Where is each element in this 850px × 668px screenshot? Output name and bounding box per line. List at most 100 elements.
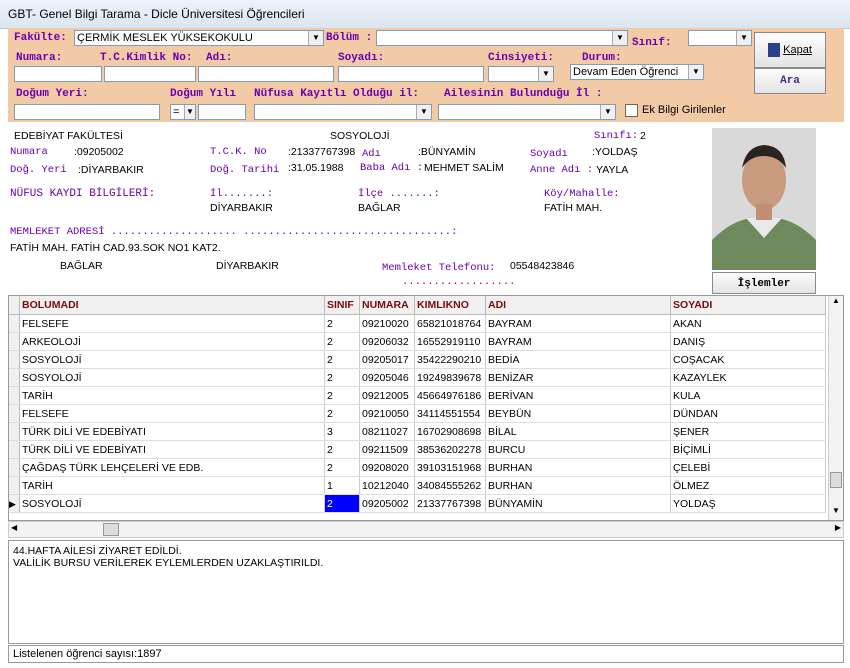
- cell-soyadi[interactable]: ŞENER: [670, 422, 826, 441]
- cell-soyadi[interactable]: COŞACAK: [670, 350, 826, 369]
- cinsiyet-select[interactable]: ▼: [488, 66, 554, 82]
- cell-bolumadi[interactable]: ARKEOLOJİ: [19, 332, 325, 351]
- scroll-down-icon[interactable]: ▼: [829, 506, 843, 520]
- cell-numara[interactable]: 09210050: [359, 404, 415, 423]
- cell-bolumadi[interactable]: TÜRK DİLİ VE EDEBİYATI: [19, 440, 325, 459]
- cell-adi[interactable]: BAYRAM: [485, 314, 671, 333]
- cell-adi[interactable]: BURHAN: [485, 476, 671, 495]
- cell-adi[interactable]: BURCU: [485, 440, 671, 459]
- cell-kimlikno[interactable]: 21337767398: [414, 494, 486, 513]
- cell-adi[interactable]: BERİVAN: [485, 386, 671, 405]
- soyadi-input[interactable]: [338, 66, 484, 82]
- cell-numara[interactable]: 09205017: [359, 350, 415, 369]
- cell-bolumadi[interactable]: FELSEFE: [19, 314, 325, 333]
- vertical-scroll-thumb[interactable]: [830, 472, 842, 488]
- col-header-soyadi[interactable]: SOYADI: [670, 296, 826, 315]
- dogum-yeri-input[interactable]: [14, 104, 160, 120]
- aile-il-select[interactable]: ▼: [438, 104, 616, 120]
- cell-numara[interactable]: 09205002: [359, 494, 415, 513]
- fakulte-select[interactable]: ÇERMİK MESLEK YÜKSEKOKULU ▼: [74, 30, 324, 46]
- ara-button[interactable]: Ara: [754, 68, 826, 94]
- cell-soyadi[interactable]: DANIŞ: [670, 332, 826, 351]
- cell-kimlikno[interactable]: 45664976186: [414, 386, 486, 405]
- numara-input[interactable]: [14, 66, 102, 82]
- cell-sinif[interactable]: 2: [324, 404, 360, 423]
- cell-numara[interactable]: 09205046: [359, 368, 415, 387]
- cell-bolumadi[interactable]: TÜRK DİLİ VE EDEBİYATI: [19, 422, 325, 441]
- cell-soyadi[interactable]: DÜNDAN: [670, 404, 826, 423]
- table-row[interactable]: TÜRK DİLİ VE EDEBİYATI 3 08211027 167029086…: [9, 422, 826, 441]
- cell-kimlikno[interactable]: 16702908698: [414, 422, 486, 441]
- cell-sinif[interactable]: 1: [324, 476, 360, 495]
- vertical-scrollbar[interactable]: ▲ ▼: [828, 296, 843, 520]
- scroll-up-icon[interactable]: ▲: [829, 296, 843, 310]
- row-selector[interactable]: [9, 422, 20, 441]
- cell-adi[interactable]: BÜNYAMİN: [485, 494, 671, 513]
- cell-sinif[interactable]: 2: [324, 350, 360, 369]
- durum-select[interactable]: Devam Eden Öğrenci ▼: [570, 64, 704, 80]
- cell-kimlikno[interactable]: 34114551554: [414, 404, 486, 423]
- cell-numara[interactable]: 08211027: [359, 422, 415, 441]
- cell-sinif[interactable]: 2: [324, 494, 360, 513]
- table-row[interactable]: TÜRK DİLİ VE EDEBİYATI 2 09211509 385362022…: [9, 440, 826, 459]
- table-row[interactable]: TARİH 2 09212005 45664976186 BERİVAN KULA: [9, 386, 826, 405]
- bolum-select[interactable]: ▼: [376, 30, 628, 46]
- table-row[interactable]: TARİH 1 10212040 34084555262 BURHAN ÖLMEZ: [9, 476, 826, 495]
- cell-adi[interactable]: BEYBÜN: [485, 404, 671, 423]
- cell-sinif[interactable]: 2: [324, 368, 360, 387]
- cell-numara[interactable]: 09211509: [359, 440, 415, 459]
- cell-sinif[interactable]: 3: [324, 422, 360, 441]
- cell-kimlikno[interactable]: 34084555262: [414, 476, 486, 495]
- cell-adi[interactable]: BEDİA: [485, 350, 671, 369]
- row-selector[interactable]: [9, 368, 20, 387]
- cell-soyadi[interactable]: YOLDAŞ: [670, 494, 826, 513]
- row-selector[interactable]: [9, 332, 20, 351]
- cell-numara[interactable]: 09208020: [359, 458, 415, 477]
- islemler-button[interactable]: İşlemler: [712, 272, 816, 294]
- sinif-select[interactable]: ▼: [688, 30, 752, 46]
- cell-soyadi[interactable]: AKAN: [670, 314, 826, 333]
- cell-sinif[interactable]: 2: [324, 458, 360, 477]
- col-header-bolumadi[interactable]: BOLUMADI: [19, 296, 325, 315]
- table-row[interactable]: FELSEFE 2 09210020 65821018764 BAYRAM AKAN: [9, 314, 826, 333]
- yil-op-select[interactable]: = ▼: [170, 104, 196, 120]
- cell-soyadi[interactable]: KAZAYLEK: [670, 368, 826, 387]
- horizontal-scroll-thumb[interactable]: [103, 523, 119, 536]
- row-selector[interactable]: [9, 476, 20, 495]
- row-selector[interactable]: [9, 386, 20, 405]
- adi-input[interactable]: [198, 66, 334, 82]
- row-selector[interactable]: [9, 458, 20, 477]
- col-header-adi[interactable]: ADI: [485, 296, 671, 315]
- cell-bolumadi[interactable]: TARİH: [19, 476, 325, 495]
- row-selector[interactable]: ▶: [9, 494, 20, 513]
- ek-bilgi-checkbox[interactable]: [625, 104, 638, 117]
- cell-adi[interactable]: BENİZAR: [485, 368, 671, 387]
- cell-sinif[interactable]: 2: [324, 386, 360, 405]
- cell-bolumadi[interactable]: SOSYOLOJİ: [19, 368, 325, 387]
- cell-adi[interactable]: BURHAN: [485, 458, 671, 477]
- cell-sinif[interactable]: 2: [324, 332, 360, 351]
- cell-kimlikno[interactable]: 38536202278: [414, 440, 486, 459]
- cell-numara[interactable]: 09210020: [359, 314, 415, 333]
- cell-bolumadi[interactable]: TARİH: [19, 386, 325, 405]
- table-row[interactable]: FELSEFE 2 09210050 34114551554 BEYBÜN DÜNDAN: [9, 404, 826, 423]
- dogum-yili-input[interactable]: [198, 104, 246, 120]
- table-row[interactable]: ÇAĞDAŞ TÜRK LEHÇELERİ VE EDB. 2 09208020 39…: [9, 458, 826, 477]
- cell-sinif[interactable]: 2: [324, 314, 360, 333]
- table-row[interactable]: ▶ SOSYOLOJİ 2 09205002 21337767398 BÜNYAMİN YO…: [9, 494, 826, 513]
- cell-bolumadi[interactable]: FELSEFE: [19, 404, 325, 423]
- col-header-numara[interactable]: NUMARA: [359, 296, 415, 315]
- nufus-il-select[interactable]: ▼: [254, 104, 432, 120]
- kapat-button[interactable]: Kapat: [754, 32, 826, 68]
- horizontal-scrollbar[interactable]: ◀ ▶: [8, 521, 844, 538]
- tc-input[interactable]: [104, 66, 196, 82]
- cell-kimlikno[interactable]: 19249839678: [414, 368, 486, 387]
- cell-numara[interactable]: 09212005: [359, 386, 415, 405]
- notes-textarea[interactable]: 44.HAFTA AİLESİ ZİYARET EDİLDİ. VALİLİK …: [8, 540, 844, 644]
- cell-adi[interactable]: BİLAL: [485, 422, 671, 441]
- row-selector[interactable]: [9, 404, 20, 423]
- cell-soyadi[interactable]: BİÇİMLİ: [670, 440, 826, 459]
- cell-kimlikno[interactable]: 39103151968: [414, 458, 486, 477]
- cell-bolumadi[interactable]: SOSYOLOJİ: [19, 494, 325, 513]
- col-header-sinif[interactable]: SINIF: [324, 296, 360, 315]
